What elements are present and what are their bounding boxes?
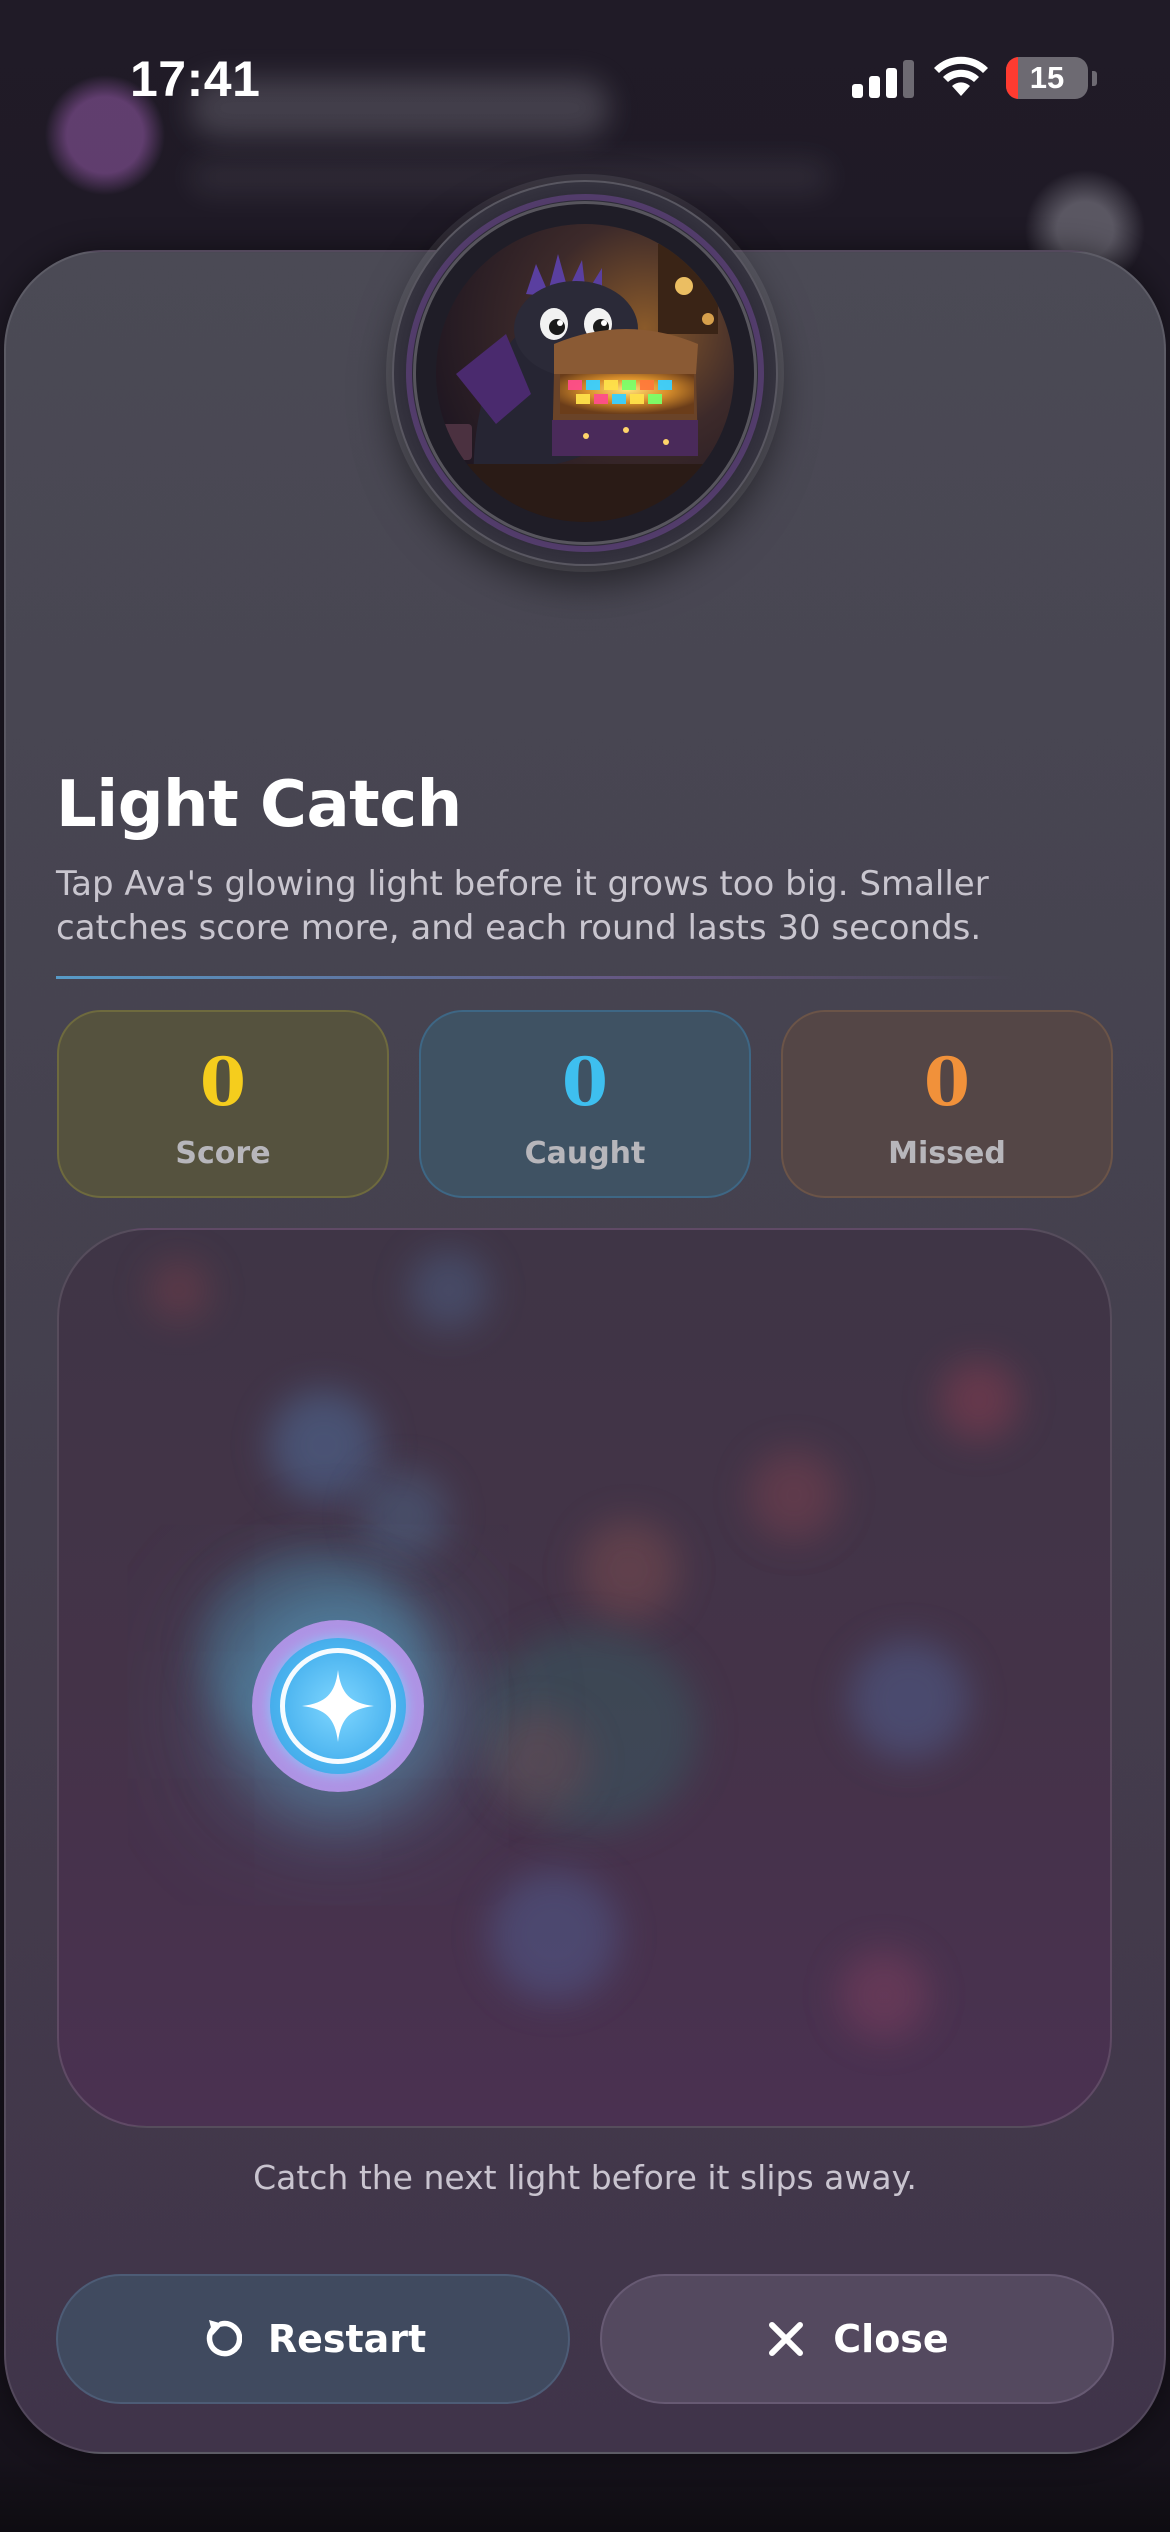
background-blurred-subtitle [190, 160, 830, 194]
stat-card-score: 0 Score [57, 1010, 389, 1198]
signal-icon [852, 58, 914, 98]
divider [56, 976, 1016, 979]
bokeh-light [489, 1870, 619, 2000]
bokeh-light [579, 1520, 679, 1620]
restart-button[interactable]: Restart [56, 2274, 570, 2404]
bokeh-light [409, 1250, 489, 1330]
bokeh-light [749, 1450, 839, 1540]
close-label: Close [833, 2317, 949, 2361]
restart-icon [206, 2320, 242, 2357]
missed-label: Missed [888, 1136, 1006, 1171]
status-time: 17:41 [130, 51, 261, 107]
game-area[interactable] [57, 1228, 1112, 2128]
bokeh-light [839, 1950, 929, 2040]
game-description: Tap Ava's glowing light before it grows … [56, 864, 989, 948]
bokeh-light [939, 1360, 1019, 1440]
close-icon [769, 2322, 804, 2356]
score-label: Score [175, 1136, 271, 1171]
bokeh-light [269, 1390, 379, 1500]
restart-label: Restart [267, 2317, 427, 2361]
glowing-light-target[interactable] [252, 1620, 424, 1792]
page-title: Light Catch [56, 768, 462, 842]
battery-percent: 15 [1029, 60, 1065, 95]
close-button[interactable]: Close [600, 2274, 1114, 2404]
wifi-icon [934, 56, 988, 96]
game-hint: Catch the next light before it slips awa… [253, 2158, 917, 2197]
caught-value: 0 [562, 1043, 608, 1121]
status-bar: 17:41 15 [0, 0, 1170, 150]
bokeh-light [849, 1640, 969, 1760]
battery-icon: 15 [1006, 57, 1088, 99]
bokeh-light [489, 1710, 589, 1810]
caught-label: Caught [524, 1136, 646, 1171]
sparkle-icon [302, 1670, 374, 1742]
bokeh-light [359, 1470, 449, 1560]
stat-card-missed: 0 Missed [781, 1010, 1113, 1198]
score-value: 0 [200, 1043, 246, 1121]
bokeh-light [149, 1260, 209, 1320]
stat-card-caught: 0 Caught [419, 1010, 751, 1198]
battery-cap [1092, 71, 1097, 86]
dragon-treasure-illustration [436, 224, 734, 522]
missed-value: 0 [924, 1043, 970, 1121]
avatar [436, 224, 734, 522]
